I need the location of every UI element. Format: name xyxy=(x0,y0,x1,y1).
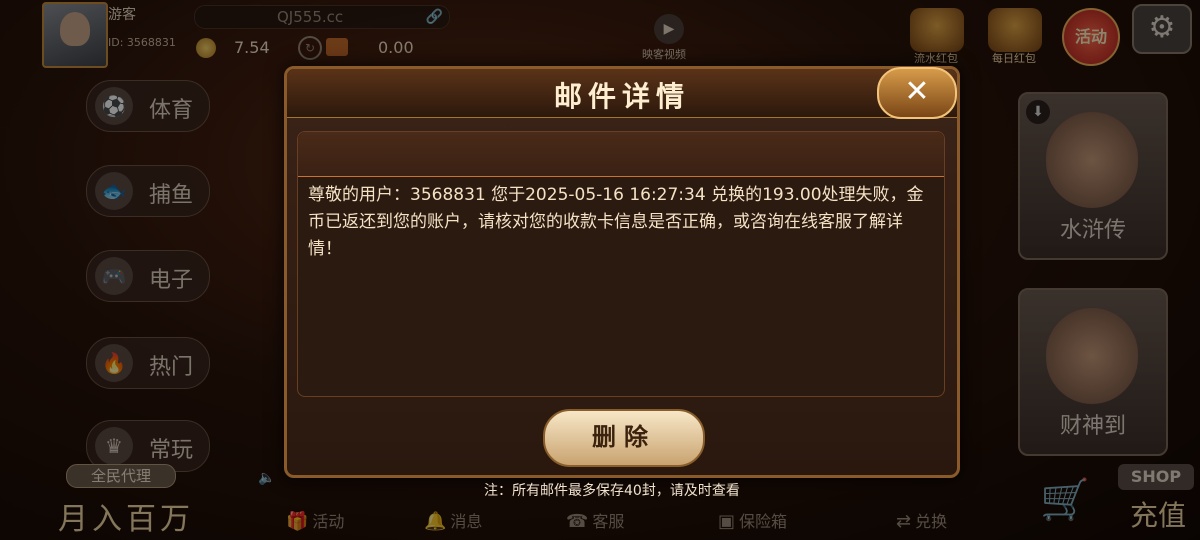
mail-content: 尊敬的用户：3568831 您于2025-05-16 16:27:34 兑换的1… xyxy=(308,185,924,259)
mail-detail-dialog: 邮件详情 ✕ 尊敬的用户：3568831 您于2025-05-16 16:27:… xyxy=(284,66,960,478)
mail-subject-strip xyxy=(298,132,944,177)
dialog-title: 邮件详情 xyxy=(553,80,690,113)
delete-button[interactable]: 删除 xyxy=(543,409,705,467)
mail-notice: 注：所有邮件最多保存40封，请及时查看 xyxy=(484,483,740,499)
mail-body: 尊敬的用户：3568831 您于2025-05-16 16:27:34 兑换的1… xyxy=(297,131,945,397)
dialog-header: 邮件详情 xyxy=(287,69,957,118)
close-button[interactable]: ✕ xyxy=(877,67,957,119)
